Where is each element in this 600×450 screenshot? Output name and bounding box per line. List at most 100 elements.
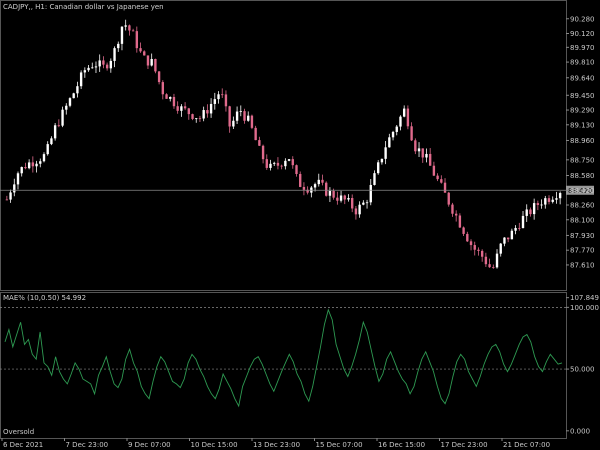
candle-body <box>243 111 246 121</box>
price-tick-label: 89.810 <box>570 59 595 67</box>
candle-body <box>406 108 410 127</box>
candle-body <box>35 163 38 167</box>
candle-body <box>124 25 127 27</box>
candle-body <box>228 106 231 127</box>
candle-body <box>362 202 365 205</box>
price-tick-label: 88.260 <box>570 202 595 210</box>
candle-body <box>5 199 9 201</box>
chart-area[interactable]: 88.420 90.280 90.120 89.970 89.810 89.640 89.… <box>0 0 600 450</box>
time-tick-label: 10 Dec 15:00 <box>191 441 238 449</box>
candle-body <box>24 167 27 169</box>
candle-body <box>354 208 358 215</box>
price-tick-label: 89.130 <box>570 121 595 129</box>
indicator-tick-label: 0.000 <box>570 427 590 435</box>
candle-body <box>53 125 57 139</box>
time-tick-label: 16 Dec 15:00 <box>378 441 425 449</box>
candle-body <box>506 237 510 240</box>
candle-body <box>31 162 35 167</box>
candle-body <box>117 43 120 49</box>
candle-body <box>339 195 343 201</box>
candle-body <box>176 106 179 111</box>
candle-body <box>50 138 53 145</box>
candle-body <box>377 162 380 174</box>
candle-body <box>421 148 424 158</box>
time-tick-label: 6 Dec 2021 <box>3 441 43 449</box>
time-tick-label: 7 Dec 23:00 <box>66 441 109 449</box>
price-tick-label: 89.970 <box>570 44 595 52</box>
candle-body <box>284 160 287 167</box>
indicator-tick-label: 50.000 <box>570 366 595 374</box>
candle-body <box>514 227 517 231</box>
candle-body <box>83 70 87 73</box>
candle-body <box>388 137 391 148</box>
candle-body <box>39 161 42 164</box>
oversold-label: Oversold <box>3 428 34 436</box>
indicator-tick-label: 100.000 <box>570 304 599 312</box>
price-axis[interactable]: 90.280 90.120 89.970 89.810 89.640 89.450 89.2… <box>566 15 595 269</box>
candle-body <box>302 186 306 190</box>
candle-body <box>13 184 16 193</box>
indicator-frame <box>0 292 567 439</box>
candle-body <box>321 179 324 183</box>
price-tick-label: 90.280 <box>570 15 595 23</box>
time-axis[interactable]: 6 Dec 2021 7 Dec 23:00 9 Dec 07:00 10 Dec 1… <box>1 438 550 449</box>
candle-body <box>150 58 153 66</box>
candle-body <box>273 162 276 164</box>
candle-body <box>440 179 443 183</box>
candle-body <box>94 66 98 68</box>
candle-body <box>254 127 257 141</box>
candle-body <box>27 162 31 169</box>
candle-body <box>269 163 272 168</box>
candle-body <box>454 213 458 216</box>
candle-body <box>20 167 23 174</box>
candle-body <box>250 115 254 128</box>
candle-body <box>135 31 139 49</box>
candle-body <box>105 64 109 69</box>
price-tick-label: 88.580 <box>570 172 595 180</box>
candle-body <box>414 140 417 152</box>
candle-body <box>488 264 491 268</box>
candle-body <box>332 190 335 198</box>
candle-body <box>391 131 395 138</box>
candle-body <box>462 227 465 234</box>
candle-body <box>436 175 439 180</box>
candle-body <box>503 237 506 244</box>
candle-body <box>384 147 387 159</box>
candle-body <box>128 25 131 31</box>
candle-body <box>217 94 220 100</box>
candle-body <box>458 215 462 228</box>
candle-body <box>98 60 101 67</box>
candle-body <box>365 202 369 204</box>
price-tick-label: 88.960 <box>570 137 595 145</box>
candle-body <box>221 94 224 96</box>
indicator-axis[interactable]: 107.849 100.000 50.000 0.000 <box>566 294 599 435</box>
candle-body <box>536 203 540 205</box>
candle-body <box>139 48 142 52</box>
candle-body <box>447 192 450 205</box>
candle-body <box>410 126 413 141</box>
candle-body <box>510 230 514 240</box>
price-tick-label: 87.930 <box>570 232 595 240</box>
candle-body <box>469 241 473 246</box>
candle-body <box>529 209 532 215</box>
candle-body <box>169 96 172 99</box>
candle-body <box>299 173 302 187</box>
candle-body <box>46 144 49 155</box>
time-tick-label: 9 Dec 07:00 <box>128 441 171 449</box>
candle-body <box>399 116 402 127</box>
candle-body <box>555 198 558 200</box>
candle-body <box>291 159 294 166</box>
candle-body <box>143 51 146 56</box>
candle-body <box>328 190 332 196</box>
candle-body <box>61 109 64 126</box>
candle-body <box>109 60 113 69</box>
candle-body <box>466 233 469 242</box>
candle-body <box>336 197 339 201</box>
candle-body <box>79 72 83 87</box>
candle-body <box>343 195 346 200</box>
candle-body <box>232 120 235 127</box>
candle-body <box>518 227 521 229</box>
candle-body <box>224 94 228 107</box>
candle-body <box>532 203 536 215</box>
price-tick-label: 87.610 <box>570 261 595 269</box>
